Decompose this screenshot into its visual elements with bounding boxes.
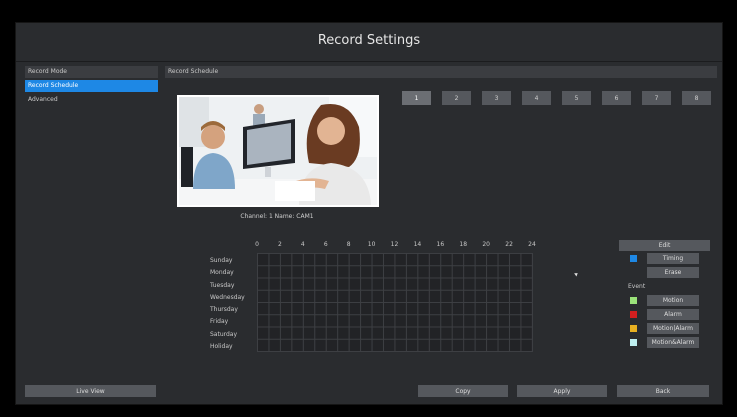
hour-label: 14	[413, 241, 422, 248]
day-label-monday: Monday	[210, 269, 234, 277]
day-label-friday: Friday	[210, 318, 229, 326]
edit-button[interactable]: Edit	[619, 240, 710, 251]
day-label-saturday: Saturday	[210, 330, 238, 338]
back-button[interactable]: Back	[617, 385, 709, 397]
hour-label: 10	[367, 241, 376, 248]
hour-label: 2	[277, 241, 282, 248]
channel-button-5[interactable]: 5	[562, 91, 591, 105]
channel-button-8[interactable]: 8	[682, 91, 711, 105]
channel-button-1[interactable]: 1	[402, 91, 431, 105]
motion-color-swatch	[630, 297, 637, 304]
motion-or-alarm-color-swatch	[630, 325, 637, 332]
hour-label: 6	[323, 241, 328, 248]
channel-button-2[interactable]: 2	[442, 91, 471, 105]
day-label-tuesday: Tuesday	[210, 281, 235, 289]
event-title: Event	[628, 283, 646, 290]
office-scene-illustration	[179, 97, 377, 205]
hour-label: 0	[255, 241, 259, 248]
channel-button-6[interactable]: 6	[602, 91, 631, 105]
day-label-sunday: Sunday	[210, 257, 233, 264]
day-label-holiday: Holiday	[210, 342, 233, 350]
channel-preview-image	[177, 95, 379, 207]
sidebar: Record Mode Record Schedule Advanced	[25, 66, 158, 108]
hour-label: 16	[436, 241, 445, 248]
schedule-hour-axis: 0 2 4 6 8 10 12 14 16 18 20 22 24	[255, 241, 536, 251]
motion-or-alarm-button[interactable]: Motion|Alarm	[647, 323, 699, 334]
alarm-button[interactable]: Alarm	[647, 309, 699, 320]
motion-and-alarm-color-swatch	[630, 339, 637, 346]
hour-label: 24	[528, 241, 536, 248]
timing-color-swatch	[630, 255, 637, 262]
schedule-day-labels: Sunday Monday Tuesday Wednesday Thursday…	[210, 255, 258, 353]
panel-header: Record Schedule	[165, 66, 717, 78]
apply-button[interactable]: Apply	[517, 385, 607, 397]
hour-label: 12	[390, 241, 399, 248]
sidebar-item-record-schedule[interactable]: Record Schedule	[25, 80, 158, 92]
channel-name-label: Channel: 1 Name: CAM1	[240, 213, 314, 220]
schedule-grid[interactable]	[257, 253, 533, 352]
live-view-button[interactable]: Live View	[25, 385, 156, 397]
channel-button-3[interactable]: 3	[482, 91, 511, 105]
day-label-wednesday: Wednesday	[210, 293, 245, 301]
channel-selector: 1 2 3 4 5 6 7 8	[402, 91, 711, 105]
page-title: Record Settings	[317, 33, 421, 48]
hour-label: 8	[346, 241, 351, 248]
motion-button[interactable]: Motion	[647, 295, 699, 306]
hour-label: 20	[482, 241, 490, 248]
title-divider	[16, 61, 722, 62]
sidebar-item-record-mode[interactable]: Record Mode	[25, 66, 158, 78]
motion-and-alarm-button[interactable]: Motion&Alarm	[647, 337, 699, 348]
record-settings-window: Record Settings Record Mode Record Sched…	[15, 22, 723, 405]
alarm-color-swatch	[630, 311, 637, 318]
copy-button[interactable]: Copy	[418, 385, 508, 397]
channel-button-7[interactable]: 7	[642, 91, 671, 105]
erase-button[interactable]: Erase	[647, 267, 699, 278]
hour-label: 18	[459, 241, 468, 248]
channel-button-4[interactable]: 4	[522, 91, 551, 105]
timing-button[interactable]: Timing	[647, 253, 699, 264]
hour-label: 22	[505, 241, 513, 248]
hour-label: 4	[300, 241, 305, 248]
mouse-cursor-icon	[574, 271, 579, 277]
sidebar-item-advanced[interactable]: Advanced	[25, 94, 158, 106]
day-label-thursday: Thursday	[210, 306, 238, 313]
